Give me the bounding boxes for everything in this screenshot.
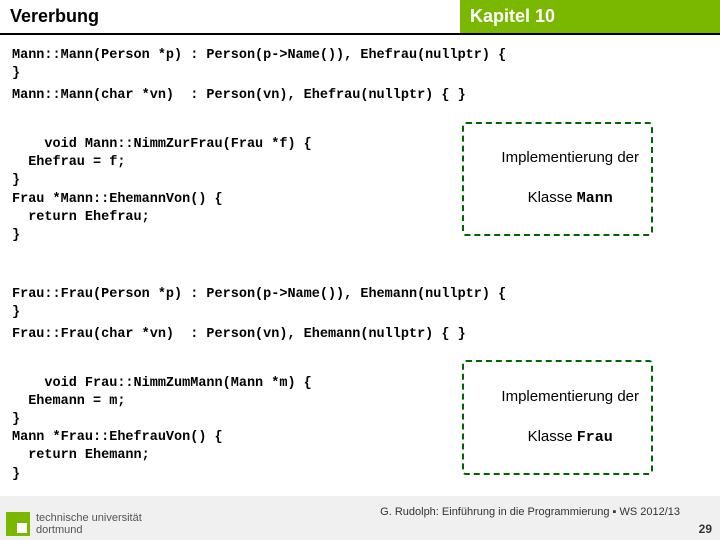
callout-frau-line1: Implementierung der [501, 388, 639, 405]
uni-line1: technische universität [36, 512, 142, 524]
tu-logo-icon [6, 512, 30, 536]
mann-methods-code: void Mann::NimmZurFrau(Frau *f) { Ehefra… [12, 137, 312, 243]
callout-frau-line2a: Klasse [528, 428, 577, 445]
page-number: 29 [699, 522, 712, 536]
mann-methods-block: void Mann::NimmZurFrau(Frau *f) { Ehefra… [12, 116, 708, 284]
callout-frau: Implementierung der Klasse Frau [462, 360, 653, 474]
callout-frau-class: Frau [577, 429, 613, 446]
slide-header: Vererbung Kapitel 10 [0, 0, 720, 35]
mann-constructor-1: Mann::Mann(Person *p) : Person(p->Name()… [12, 45, 708, 85]
mann-constructor-2: Mann::Mann(char *vn) : Person(vn), Ehefr… [12, 85, 708, 107]
callout-mann-line2a: Klasse [528, 189, 577, 206]
callout-mann: Implementierung der Klasse Mann [462, 122, 653, 236]
frau-constructor-2: Frau::Frau(char *vn) : Person(vn), Ehema… [12, 324, 708, 346]
slide-footer: technische universität dortmund G. Rudol… [0, 496, 720, 540]
callout-mann-class: Mann [577, 190, 613, 207]
credit-line: G. Rudolph: Einführung in die Programmie… [380, 506, 680, 518]
university-logo: technische universität dortmund [6, 512, 142, 536]
callout-mann-line1: Implementierung der [501, 149, 639, 166]
frau-methods-code: void Frau::NimmZumMann(Mann *m) { Eheman… [12, 376, 312, 482]
frau-constructor-1: Frau::Frau(Person *p) : Person(p->Name()… [12, 284, 708, 324]
code-area: Mann::Mann(Person *p) : Person(p->Name()… [0, 35, 720, 522]
university-name: technische universität dortmund [36, 512, 142, 536]
uni-line2: dortmund [36, 524, 82, 536]
header-topic: Vererbung [0, 0, 460, 33]
header-chapter: Kapitel 10 [460, 0, 720, 33]
